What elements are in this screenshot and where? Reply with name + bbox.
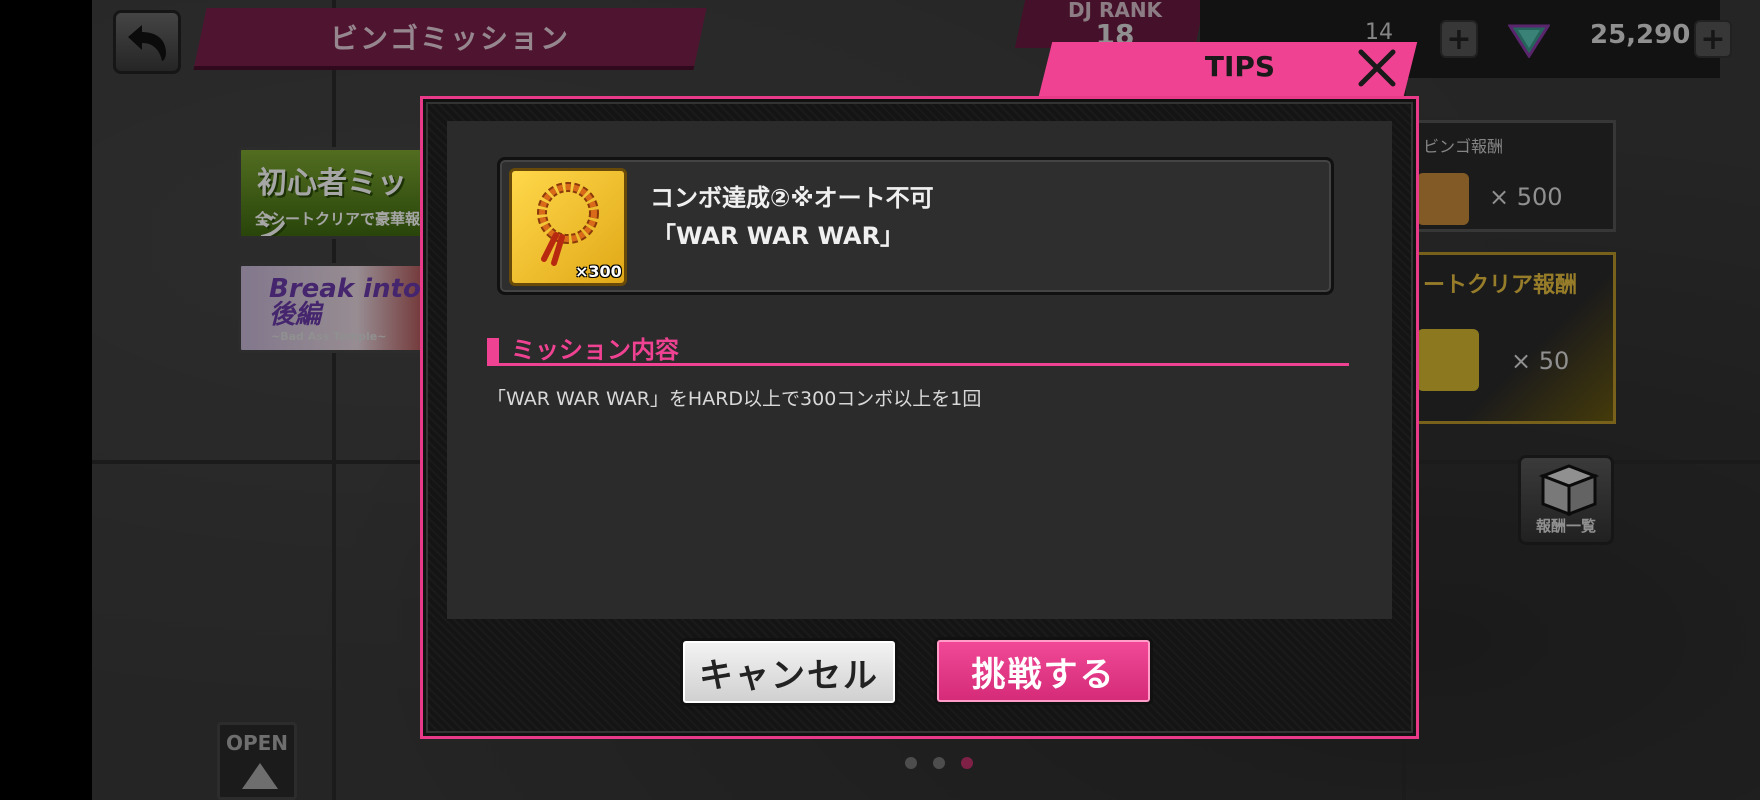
section-title: ミッション内容 — [511, 336, 679, 364]
item-song-title: 「WAR WAR WAR」 — [652, 222, 905, 250]
item-name: コンボ達成②※オート不可 — [650, 184, 934, 212]
mission-section-header: ミッション内容 — [487, 330, 1349, 366]
item-quantity: ×300 — [575, 262, 622, 281]
cancel-button[interactable]: キャンセル — [680, 638, 898, 706]
section-divider — [487, 363, 1349, 366]
mission-description: 「WAR WAR WAR」をHARD以上で300コンボ以上を1回 — [487, 388, 982, 410]
close-button[interactable] — [1352, 44, 1402, 92]
challenge-button[interactable]: 挑戦する — [934, 637, 1153, 705]
section-marker — [487, 338, 499, 366]
close-icon — [1358, 49, 1396, 87]
tips-title: TIPS — [1204, 50, 1276, 83]
letterbox-left — [0, 0, 92, 800]
